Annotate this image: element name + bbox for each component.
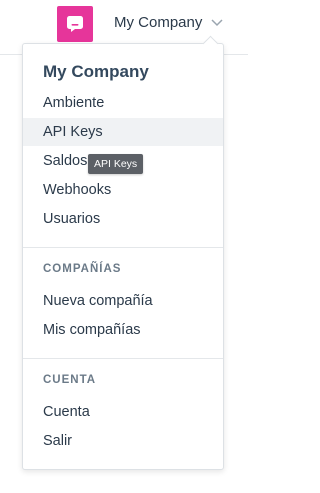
menu-item-cuenta[interactable]: Cuenta xyxy=(23,398,223,426)
company-dropdown-menu: My Company Ambiente API Keys Saldos Webh… xyxy=(22,35,224,470)
company-switcher-label[interactable]: My Company xyxy=(114,14,202,31)
chevron-down-icon[interactable] xyxy=(211,19,223,27)
menu-item-mis-companias[interactable]: Mis compañías xyxy=(23,316,223,344)
company-logo[interactable] xyxy=(57,6,93,42)
section-label-cuenta: CUENTA xyxy=(43,374,97,386)
menu-item-ambiente[interactable]: Ambiente xyxy=(23,89,223,117)
menu-item-salir[interactable]: Salir xyxy=(23,427,223,455)
menu-item-webhooks[interactable]: Webhooks xyxy=(23,176,223,204)
divider xyxy=(23,358,223,359)
api-keys-tooltip: API Keys xyxy=(88,154,144,174)
menu-item-nueva-compania[interactable]: Nueva compañía xyxy=(23,287,223,315)
menu-item-api-keys[interactable]: API Keys xyxy=(23,118,223,146)
section-label-companias: COMPAÑÍAS xyxy=(43,263,122,275)
divider xyxy=(23,247,223,248)
dropdown-title: My Company xyxy=(43,62,149,81)
chat-icon xyxy=(67,16,83,32)
menu-item-usuarios[interactable]: Usuarios xyxy=(23,205,223,233)
